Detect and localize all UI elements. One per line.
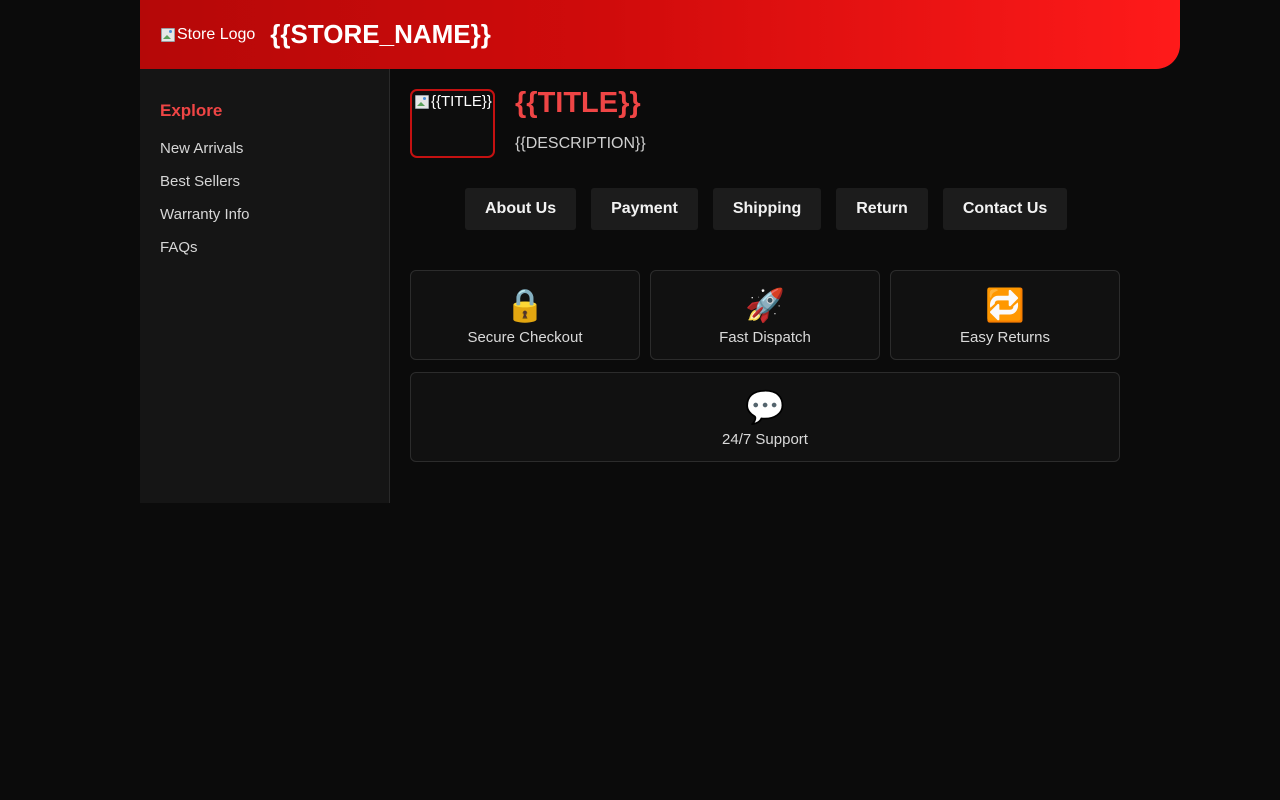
feature-label: 24/7 Support — [722, 431, 808, 448]
tab-contact-us[interactable]: Contact Us — [942, 188, 1068, 230]
feature-card-secure-checkout: 🔒 Secure Checkout — [410, 270, 640, 360]
product-image-alt-text: {{TITLE}} — [431, 93, 492, 110]
product-description: {{DESCRIPTION}} — [515, 135, 646, 152]
store-logo[interactable]: Store Logo — [160, 25, 255, 45]
sidebar-link-warranty-info[interactable]: Warranty Info — [160, 206, 249, 239]
store-header: Store Logo {{STORE_NAME}} — [140, 0, 1180, 69]
feature-label: Fast Dispatch — [719, 329, 811, 346]
sidebar-link-best-sellers[interactable]: Best Sellers — [160, 173, 249, 206]
info-tabs: About Us Payment Shipping Return Contact… — [465, 188, 1068, 230]
feature-card-fast-dispatch: 🚀 Fast Dispatch — [650, 270, 880, 360]
broken-image-icon — [414, 94, 430, 110]
tab-about-us[interactable]: About Us — [465, 188, 577, 230]
sidebar-links: New Arrivals Best Sellers Warranty Info … — [160, 140, 249, 272]
sidebar-link-faqs[interactable]: FAQs — [160, 239, 249, 272]
rocket-icon: 🚀 — [745, 287, 785, 323]
tab-payment[interactable]: Payment — [591, 188, 698, 230]
repeat-icon: 🔁 — [985, 287, 1025, 323]
feature-label: Easy Returns — [959, 329, 1051, 346]
store-logo-alt-text: Store Logo — [177, 25, 256, 43]
broken-image-icon — [160, 27, 176, 43]
feature-card-easy-returns: 🔁 Easy Returns — [890, 270, 1120, 360]
product-image[interactable]: {{TITLE}} — [410, 89, 495, 158]
tab-return[interactable]: Return — [836, 188, 928, 230]
lock-icon: 🔒 — [505, 287, 545, 323]
speech-bubble-icon: 💬 — [745, 389, 785, 425]
sidebar-link-new-arrivals[interactable]: New Arrivals — [160, 140, 249, 173]
feature-card-support: 💬 24/7 Support — [410, 372, 1120, 462]
feature-label: Secure Checkout — [467, 329, 583, 346]
product-title: {{TITLE}} — [515, 87, 641, 119]
sidebar: Explore New Arrivals Best Sellers Warran… — [140, 69, 390, 503]
store-name: {{STORE_NAME}} — [270, 19, 491, 49]
sidebar-heading: Explore — [160, 101, 223, 120]
tab-shipping[interactable]: Shipping — [712, 188, 822, 230]
